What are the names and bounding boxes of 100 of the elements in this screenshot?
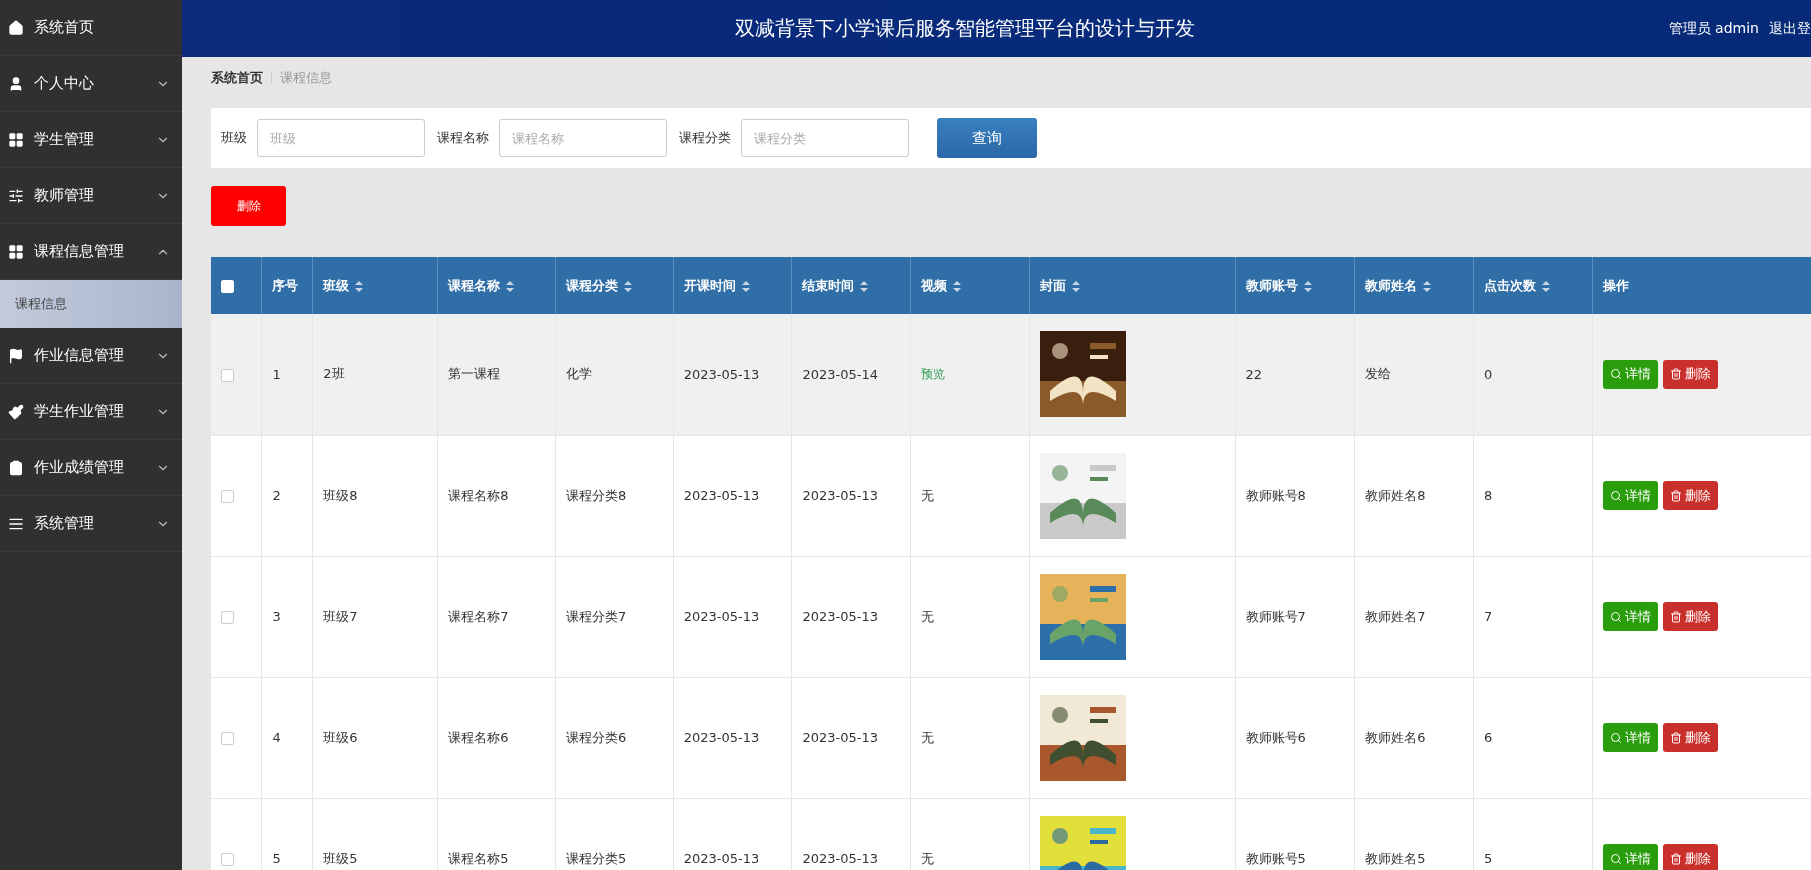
trash-icon	[1669, 610, 1682, 623]
table-cell: 2023-05-13	[683, 851, 760, 866]
delete-button[interactable]: 删除	[1662, 723, 1718, 752]
query-button[interactable]: 查询	[937, 118, 1037, 158]
detail-button[interactable]: 详情	[1602, 602, 1658, 631]
table-cell: 5	[272, 851, 281, 866]
table-cell: 1	[272, 366, 281, 382]
table-cell: 班级7	[323, 608, 358, 624]
table-cell: 2023-05-13	[802, 730, 878, 745]
table-cell: 2	[272, 488, 281, 503]
delete-button[interactable]: 删除	[1662, 602, 1718, 631]
table-cell: 班级8	[323, 487, 358, 503]
search-icon	[1609, 852, 1622, 865]
delete-button[interactable]: 删除	[1662, 481, 1718, 510]
sidebar-subitem[interactable]: 课程信息	[0, 280, 182, 328]
clipboard-icon	[8, 459, 24, 476]
table-cell: 6	[1484, 730, 1493, 745]
table-cell: 2023-05-13	[683, 730, 760, 745]
home-icon	[8, 19, 24, 36]
sort-icon[interactable]	[953, 280, 962, 292]
search-icon	[1609, 610, 1622, 623]
search-icon	[1609, 368, 1622, 381]
row-checkbox[interactable]	[221, 611, 234, 624]
column-header[interactable]: 教师账号	[1245, 277, 1312, 293]
search-field[interactable]: 课程名称	[499, 119, 667, 157]
trash-icon	[1669, 489, 1682, 502]
trash-icon	[1669, 852, 1682, 865]
logout-link[interactable]: 退出登	[1769, 19, 1811, 38]
trash-icon	[1669, 368, 1682, 381]
table-cell: 课程分类7	[566, 608, 627, 624]
table-cell: 7	[1484, 609, 1493, 624]
sort-icon[interactable]	[860, 280, 869, 292]
sort-icon[interactable]	[741, 280, 750, 292]
table-cell: 班级6	[323, 729, 358, 745]
delete-button[interactable]: 删除	[1662, 359, 1718, 389]
table-cell: 无	[921, 487, 935, 503]
table-cell: 发给	[1365, 366, 1392, 382]
column-header[interactable]: 视频	[921, 277, 962, 293]
search-icon	[1609, 489, 1622, 502]
sort-icon[interactable]	[624, 280, 632, 292]
column-header[interactable]: 课程名称	[448, 277, 515, 293]
user-icon	[8, 75, 24, 92]
search-field[interactable]: 班级	[257, 119, 425, 157]
flag-icon	[8, 347, 24, 364]
table-cell: 4	[272, 730, 281, 745]
sort-icon[interactable]	[1423, 280, 1432, 292]
row-checkbox[interactable]	[221, 368, 234, 382]
table-cell: 8	[1484, 488, 1493, 503]
row-checkbox[interactable]	[221, 732, 234, 745]
sort-icon[interactable]	[1303, 280, 1312, 292]
table-cell: 3	[272, 609, 281, 624]
table-cell: 课程名称8	[448, 487, 509, 503]
column-header[interactable]: 教师姓名	[1365, 277, 1432, 293]
detail-button[interactable]: 详情	[1602, 723, 1658, 752]
search-icon	[1609, 731, 1622, 744]
detail-button[interactable]: 详情	[1602, 481, 1658, 510]
grid-icon	[8, 131, 24, 148]
detail-button[interactable]: 详情	[1602, 844, 1658, 870]
delete-button[interactable]: 删除	[211, 186, 286, 226]
column-header[interactable]: 开课时间	[683, 277, 750, 293]
table-cell: 2023-05-13	[802, 609, 878, 624]
column-header[interactable]: 结束时间	[802, 277, 869, 293]
page-title: 双减背景下小学课后服务智能管理平台的设计与开发	[734, 15, 1197, 42]
field-label: 课程名称	[437, 129, 489, 147]
table-cell: 无	[921, 608, 935, 624]
table-cell: 2023-05-13	[683, 488, 760, 503]
table-cell: 教师账号7	[1245, 608, 1306, 624]
user-label: 管理员 admin	[1668, 19, 1759, 38]
table-cell: 教师姓名6	[1365, 729, 1426, 745]
sort-icon[interactable]	[1071, 280, 1080, 292]
column-header[interactable]: 封面	[1039, 277, 1080, 293]
row-checkbox[interactable]	[221, 853, 234, 866]
table-cell: 教师账号5	[1245, 850, 1306, 866]
column-header: 序号	[272, 277, 299, 293]
table-cell: 课程分类8	[566, 487, 627, 503]
table-cell: 无	[921, 850, 935, 866]
detail-button[interactable]: 详情	[1602, 359, 1658, 389]
table-cell: 2班	[323, 366, 345, 382]
row-checkbox[interactable]	[221, 490, 234, 503]
sort-icon[interactable]	[506, 280, 515, 292]
table-cell: 教师姓名7	[1365, 608, 1426, 624]
table-cell: 无	[921, 729, 935, 745]
breadcrumb-item[interactable]: 系统首页	[211, 69, 263, 87]
column-header[interactable]: 点击次数	[1484, 277, 1551, 293]
table-cell: 2023-05-13	[683, 609, 760, 624]
search-field[interactable]: 课程分类	[741, 119, 909, 157]
table-cell: 教师账号8	[1245, 487, 1306, 503]
table-cell: 2023-05-13	[802, 851, 878, 866]
sort-icon[interactable]	[355, 280, 364, 292]
column-header[interactable]: 班级	[323, 277, 364, 293]
table-cell: 5	[1484, 851, 1493, 866]
column-header[interactable]: 课程分类	[566, 277, 632, 293]
table-cell: 课程名称6	[448, 729, 509, 745]
preview-link[interactable]: 预览	[921, 366, 946, 381]
field-label: 班级	[221, 129, 247, 147]
sort-icon[interactable]	[1542, 280, 1551, 292]
table-cell: 2023-05-13	[802, 488, 878, 503]
select-all-checkbox[interactable]	[221, 280, 234, 293]
delete-button[interactable]: 删除	[1662, 844, 1718, 870]
table-cell: 教师姓名8	[1365, 487, 1426, 503]
